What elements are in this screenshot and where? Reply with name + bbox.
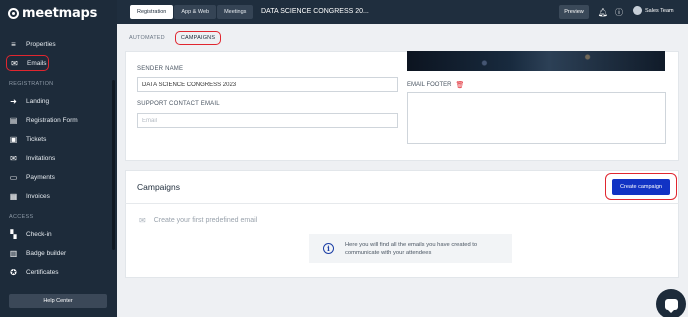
sidebar-item-label: Properties — [26, 40, 56, 48]
create-campaign-button[interactable]: Create campaign — [612, 179, 670, 195]
sidebar-item-check-in[interactable]: ▚ Check-in — [6, 226, 110, 242]
module-tabs: Registration App & Web Meetings — [130, 5, 254, 19]
sender-name-label: SENDER NAME — [137, 66, 184, 72]
info-box: i Here you will find all the emails you … — [309, 234, 512, 263]
logo-icon — [8, 7, 19, 19]
form-icon: ▤ — [9, 115, 18, 125]
email-footer-editor[interactable] — [407, 92, 666, 144]
sidebar-item-label: Invitations — [26, 154, 56, 162]
info-text: Here you will find all the emails you ha… — [345, 242, 478, 256]
logo-text: meetmaps — [22, 5, 98, 21]
sidebar-item-registration-form[interactable]: ▤ Registration Form — [6, 112, 110, 128]
section-access: ACCESS — [9, 214, 34, 220]
sidebar-item-invitations[interactable]: ✉ Invitations — [6, 150, 110, 166]
tab-meetings[interactable]: Meetings — [217, 5, 254, 19]
email-subtabs: AUTOMATED CAMPAIGNS — [125, 27, 222, 49]
sidebar-item-label: Certificates — [26, 268, 59, 276]
tab-campaigns[interactable]: CAMPAIGNS — [174, 31, 222, 45]
chat-button[interactable] — [656, 289, 686, 317]
sidebar-item-label: Badge builder — [26, 249, 67, 257]
campaigns-title: Campaigns — [137, 182, 180, 192]
avatar — [633, 6, 642, 15]
sidebar-item-label: Registration Form — [26, 116, 78, 124]
ticket-icon: ▣ — [9, 134, 18, 144]
banner-image — [407, 51, 665, 71]
list-icon: ≡ — [11, 39, 16, 49]
sidebar-item-label: Emails — [27, 59, 47, 67]
sidebar-item-properties[interactable]: ≡ Properties — [6, 36, 110, 52]
preview-button[interactable]: Preview — [559, 5, 589, 19]
badge-icon: ▥ — [9, 248, 18, 258]
user-name: Sales Team — [645, 7, 674, 14]
tab-registration[interactable]: Registration — [130, 5, 174, 19]
support-email-input[interactable] — [137, 113, 398, 128]
sidebar-item-tickets[interactable]: ▣ Tickets — [6, 131, 110, 147]
section-registration: REGISTRATION — [9, 81, 54, 87]
support-email-label: SUPPORT CONTACT EMAIL — [137, 101, 220, 107]
help-center-button[interactable]: Help Center — [9, 294, 107, 308]
sidebar-item-label: Check-in — [26, 230, 52, 238]
payments-icon: ▭ — [9, 172, 18, 182]
sidebar-item-payments[interactable]: ▭ Payments — [6, 169, 110, 185]
sidebar-item-landing[interactable]: ➜ Landing — [6, 93, 110, 109]
sidebar-item-badge-builder[interactable]: ▥ Badge builder — [6, 245, 110, 261]
invitation-icon: ✉ — [10, 153, 17, 163]
certificate-icon: ✪ — [10, 267, 17, 277]
bell-icon[interactable]: 🔔︎ — [598, 7, 608, 17]
empty-state-row: ✉ Create your first predefined email — [139, 216, 257, 225]
email-footer-label: EMAIL FOOTER — [407, 82, 452, 88]
sidebar-item-label: Payments — [26, 173, 55, 181]
envelope-icon: ✉ — [139, 216, 146, 225]
sidebar-item-label: Invoices — [26, 192, 50, 200]
top-bar: Registration App & Web Meetings DATA SCI… — [117, 0, 688, 24]
sidebar-item-label: Landing — [26, 97, 50, 105]
sidebar-item-certificates[interactable]: ✪ Certificates — [6, 264, 110, 280]
email-footer-header: EMAIL FOOTER 🗑︎ — [407, 81, 464, 89]
sender-name-input[interactable] — [137, 77, 398, 92]
empty-state-text: Create your first predefined email — [153, 217, 258, 224]
invoice-icon: ▦ — [9, 191, 18, 201]
user-menu[interactable]: Sales Team — [633, 6, 674, 15]
tab-automated[interactable]: AUTOMATED — [125, 31, 169, 45]
sidebar-item-invoices[interactable]: ▦ Invoices — [6, 188, 110, 204]
logo[interactable]: meetmaps — [8, 5, 97, 21]
sidebar-item-label: Tickets — [26, 135, 47, 143]
info-icon: i — [323, 243, 334, 254]
sidebar: meetmaps ≡ Properties ✉ Emails REGISTRAT… — [0, 0, 117, 317]
sidebar-item-emails[interactable]: ✉ Emails — [6, 55, 49, 71]
event-title: DATA SCIENCE CONGRESS 20... — [261, 8, 369, 15]
campaigns-header — [125, 170, 679, 204]
chat-icon — [664, 298, 678, 313]
help-icon[interactable]: ⓘ — [614, 7, 624, 17]
trash-icon[interactable]: 🗑︎ — [455, 81, 464, 89]
sidebar-scrollbar[interactable] — [112, 80, 115, 250]
envelope-icon: ✉ — [11, 58, 18, 68]
arrow-icon: ➜ — [10, 96, 17, 106]
grid-icon: ▚ — [10, 229, 17, 239]
tab-app-web[interactable]: App & Web — [174, 5, 217, 19]
